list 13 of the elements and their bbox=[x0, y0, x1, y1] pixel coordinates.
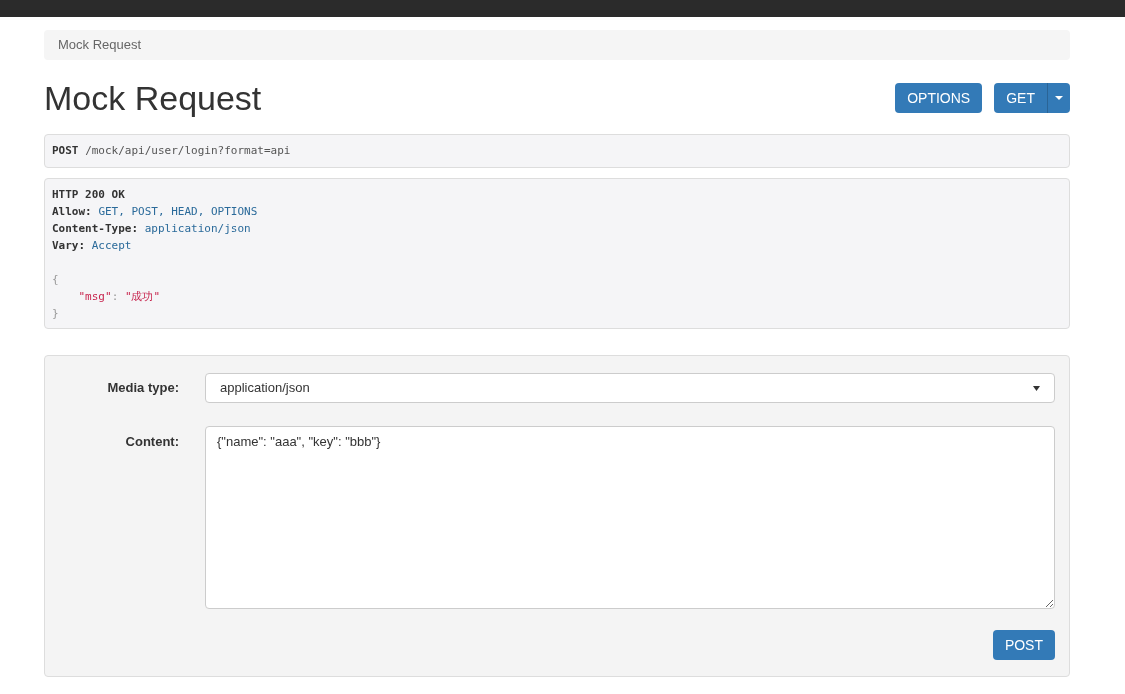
media-type-select[interactable]: application/json bbox=[205, 373, 1055, 403]
dropdown-toggle[interactable] bbox=[1048, 83, 1070, 113]
options-button[interactable]: OPTIONS bbox=[895, 83, 983, 113]
post-button[interactable]: POST bbox=[992, 630, 1055, 660]
get-button[interactable]: GET bbox=[994, 83, 1048, 113]
content-field[interactable]: {"name": "aaa", "key": "bbb"} bbox=[205, 426, 1055, 609]
media-type-label: Media type: bbox=[106, 379, 180, 398]
caret-icon bbox=[1055, 96, 1063, 100]
dropdown-arrow-icon bbox=[1033, 385, 1040, 391]
breadcrumb: Mock Request bbox=[44, 30, 1070, 60]
content-label: Content: bbox=[124, 433, 180, 451]
response-block: HTTP 200 OK Allow: GET, POST, HEAD, OPTIONS Content-Type: application/json Vary: Accept { "msg": "成功" } bbox=[44, 178, 1070, 329]
page-title: Mock Request bbox=[44, 78, 262, 118]
